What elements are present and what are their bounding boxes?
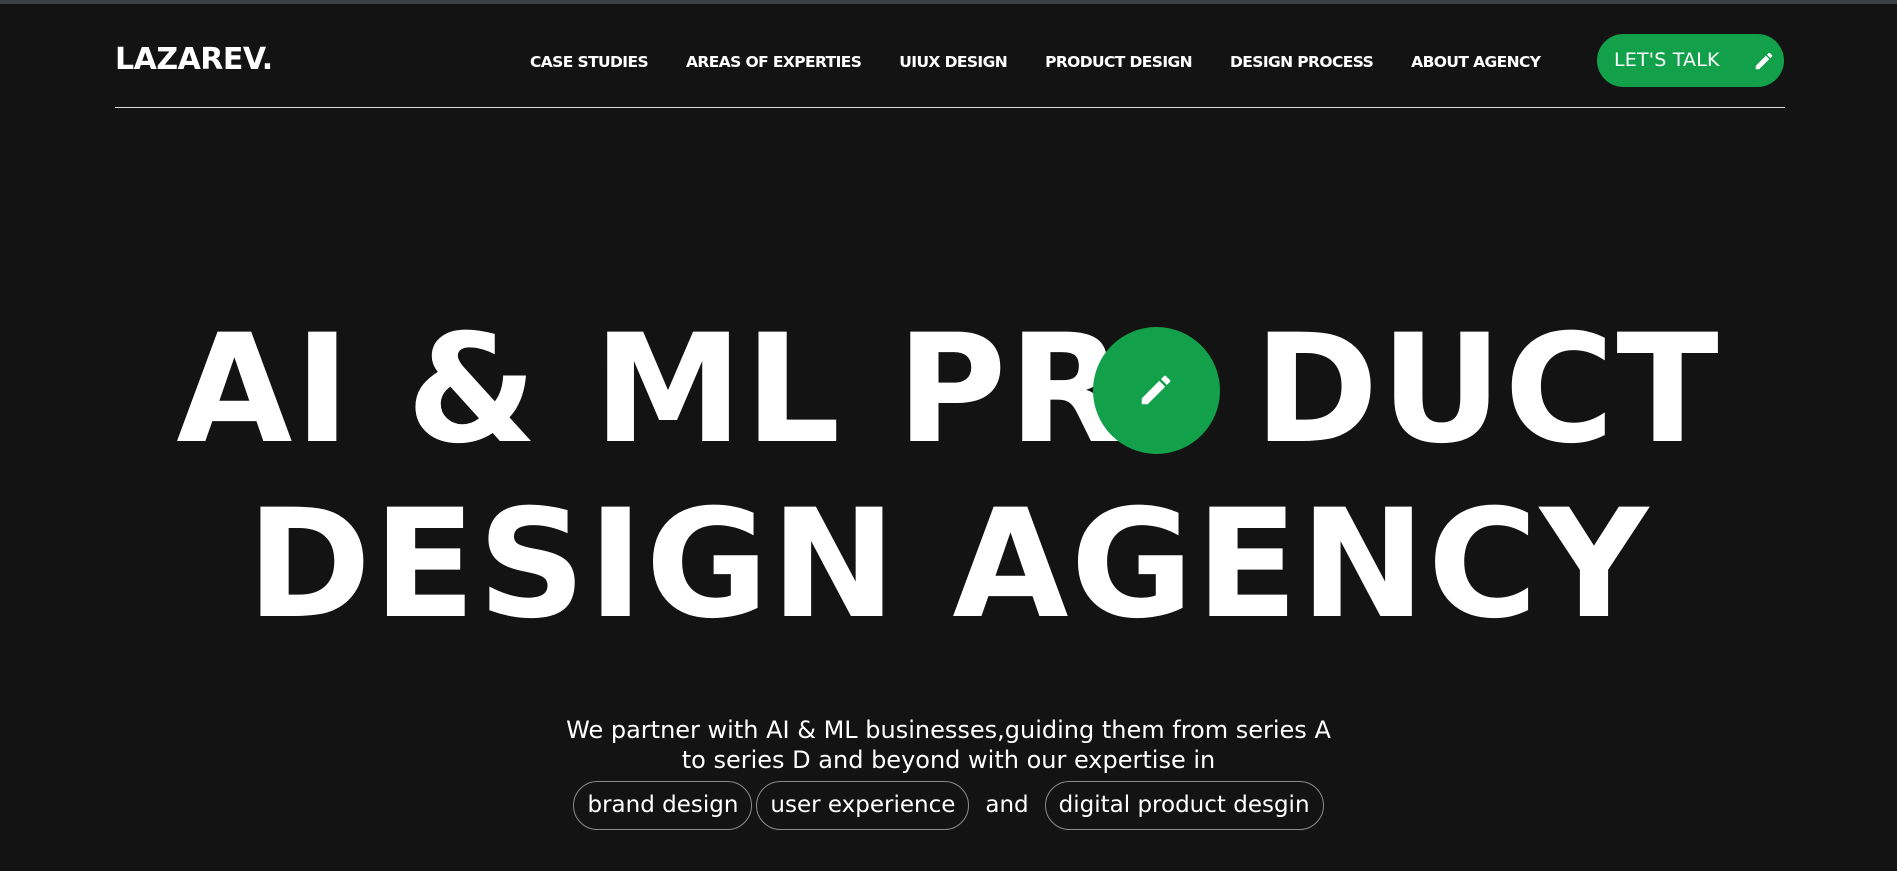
tag-brand-design[interactable]: brand design (573, 781, 753, 830)
pencil-icon (1141, 375, 1171, 405)
nav-item-areas-of-expertise[interactable]: AREAS OF EXPERTIES (686, 52, 862, 72)
hero-headline-line2: DESIGN AGENCY (246, 478, 1651, 652)
nav-item-product-design[interactable]: PRODUCT DESIGN (1045, 52, 1193, 72)
hero-headline-part2: DUCT (1253, 303, 1721, 477)
lets-talk-button[interactable]: LET'S TALK (1597, 34, 1784, 87)
logo[interactable]: LAZAREV. (115, 42, 273, 78)
nav-item-about-agency[interactable]: ABOUT AGENCY (1411, 52, 1541, 72)
tag-digital-product-design[interactable]: digital product desgin (1044, 781, 1324, 830)
hero-subtitle-line2: to series D and beyond with our expertis… (681, 746, 1216, 774)
hero-headline-line1: AI & ML PR DUCT (0, 305, 1897, 475)
hero-subtitle-line1: We partner with AI & ML businesses,guidi… (566, 716, 1331, 744)
nav-item-case-studies[interactable]: CASE STUDIES (530, 52, 649, 72)
nav-item-uiux-design[interactable]: UIUX DESIGN (899, 52, 1007, 72)
tag-user-experience[interactable]: user experience (756, 781, 970, 830)
hero-circle-button[interactable] (1093, 327, 1220, 454)
lets-talk-label: LET'S TALK (1614, 49, 1720, 71)
tag-connector: and (985, 792, 1029, 818)
hero-headline-part1: AI & ML PR (176, 303, 1126, 477)
pencil-icon (1753, 50, 1775, 72)
site-header: LAZAREV. CASE STUDIES AREAS OF EXPERTIES… (115, 4, 1785, 108)
main-nav: CASE STUDIES AREAS OF EXPERTIES UIUX DES… (530, 52, 1541, 72)
expertise-tags: brand design user experience and digital… (0, 781, 1897, 830)
nav-item-design-process[interactable]: DESIGN PROCESS (1230, 52, 1374, 72)
